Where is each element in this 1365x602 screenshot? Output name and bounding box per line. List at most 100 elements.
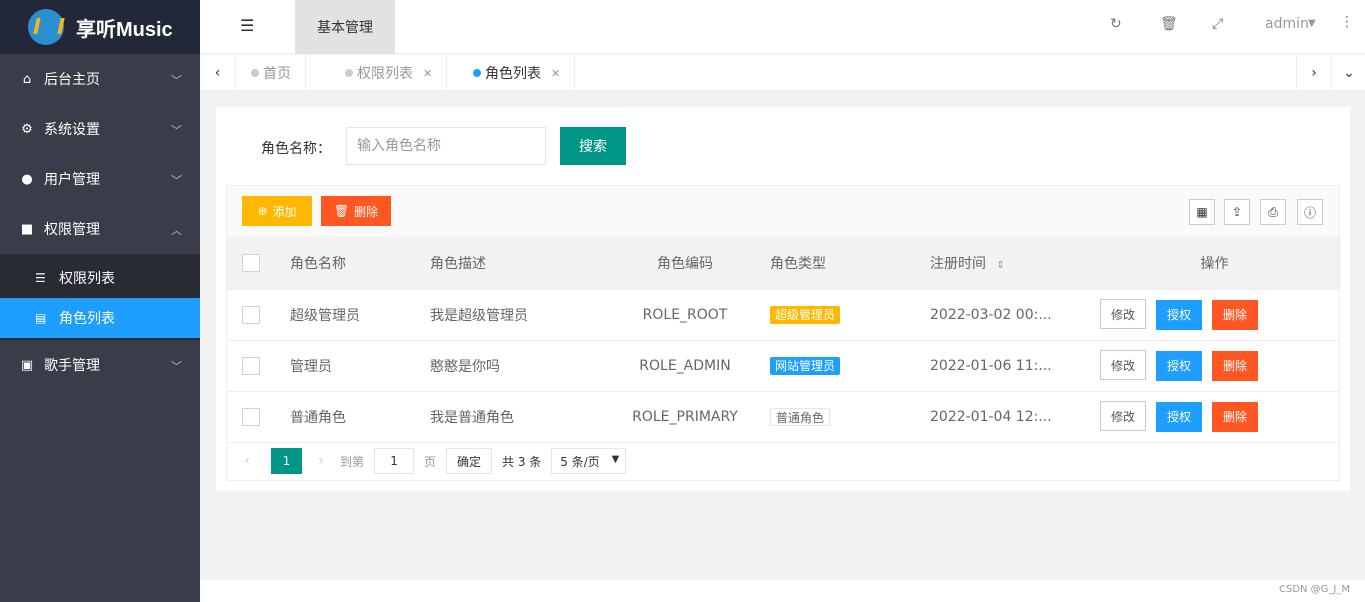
home-icon: ⌂ <box>22 71 32 87</box>
page-tabs-bar: ‹ 首页 权限列表 ✕ 角色列表 ✕ › ⌄ <box>200 55 1365 91</box>
batch-delete-button[interactable]: 🗑 删除 <box>321 196 391 226</box>
sidebar-subitem-role-list[interactable]: ▤ 角色列表 <box>0 298 200 338</box>
current-page[interactable]: 1 <box>271 448 302 474</box>
card-icon: ▤ <box>35 311 47 325</box>
app-title: 享听Music <box>76 18 173 41</box>
sidebar-subitem-permission-list[interactable]: ☰ 权限列表 <box>0 258 200 298</box>
row-checkbox[interactable] <box>242 305 260 324</box>
authorize-button[interactable]: 授权 <box>1156 402 1202 432</box>
chevron-down-icon: ﹀ <box>171 74 182 87</box>
user-menu[interactable]: admin <box>1265 16 1309 32</box>
menu-toggle-icon[interactable]: ☰ <box>240 16 254 35</box>
row-select-cell <box>227 340 275 392</box>
info-icon[interactable]: ⓘ <box>1297 199 1323 225</box>
tabs-dropdown-icon[interactable]: ⌄ <box>1331 55 1365 91</box>
tab-permission-list[interactable]: 权限列表 ✕ <box>331 55 448 91</box>
tabs-next-icon[interactable]: › <box>1296 55 1332 91</box>
actions-cell: 修改 授权 删除 <box>1090 340 1339 392</box>
columns-filter-icon[interactable]: ▦ <box>1189 199 1215 225</box>
page-unit-label: 页 <box>424 454 437 469</box>
footer: CSDN @G_J_M <box>200 580 1365 602</box>
role-name-cell: 超级管理员 <box>275 289 415 341</box>
logo-icon <box>28 9 64 45</box>
row-checkbox[interactable] <box>242 356 260 375</box>
sidebar-item-users[interactable]: ● 用户管理 ﹀ <box>0 154 200 204</box>
lock-icon: ■ <box>20 221 34 237</box>
tab-dot <box>251 69 259 77</box>
authorize-button[interactable]: 授权 <box>1156 351 1202 381</box>
search-button[interactable]: 搜索 <box>560 127 626 165</box>
chevron-down-icon: ﹀ <box>171 360 182 373</box>
role-desc-cell: 我是超级管理员 <box>415 289 615 341</box>
page-size-value: 5 条/页 <box>560 454 600 469</box>
role-desc-cell: 憨憨是你吗 <box>415 340 615 392</box>
table-header-row: 角色名称 角色描述 角色编码 角色类型 注册时间 ⇕ 操作 <box>227 238 1339 290</box>
tab-role-list[interactable]: 角色列表 ✕ <box>459 55 576 91</box>
sidebar-item-home[interactable]: ⌂ 后台主页 ﹀ <box>0 54 200 104</box>
sidebar-item-label: 权限管理 <box>44 222 100 238</box>
caret-down-icon[interactable]: ▼ <box>1308 18 1316 29</box>
column-header: 操作 <box>1090 238 1339 290</box>
select-all-checkbox[interactable] <box>242 254 260 273</box>
search-label: 角色名称： <box>261 141 331 157</box>
role-code-cell: ROLE_ROOT <box>615 289 755 341</box>
goto-label: 到第 <box>340 454 365 469</box>
fullscreen-icon[interactable]: ⤢ <box>1212 16 1223 32</box>
row-checkbox[interactable] <box>242 407 260 426</box>
total-count: 共 3 条 <box>502 454 542 469</box>
caret-down-icon: ▼ <box>611 454 620 465</box>
role-code-cell: ROLE_ADMIN <box>615 340 755 392</box>
chevron-down-icon: ﹀ <box>171 124 182 137</box>
tab-label: 角色列表 <box>485 66 541 82</box>
role-type-badge: 普通角色 <box>770 407 831 426</box>
sidebar: 享听Music ⌂ 后台主页 ﹀ ⚙ 系统设置 ﹀ ● 用户管理 ﹀ ■ 权限管… <box>0 0 200 602</box>
delete-button[interactable]: 删除 <box>1212 300 1258 330</box>
edit-button[interactable]: 修改 <box>1100 350 1146 380</box>
tab-label: 权限列表 <box>357 66 413 82</box>
table-row: 管理员 憨憨是你吗 ROLE_ADMIN 网站管理员 2022-01-06 11… <box>227 340 1339 392</box>
close-icon[interactable]: ✕ <box>551 67 560 80</box>
data-table: 角色名称 角色描述 角色编码 角色类型 注册时间 ⇕ 操作 超级管理员 我是超级… <box>227 238 1339 443</box>
edit-button[interactable]: 修改 <box>1100 299 1146 329</box>
role-table: ⊕ 添加 🗑 删除 ▦ ⇪ ⎙ ⓘ 角色名称 角色描述 角色编码 角色类型 注册… <box>226 185 1340 481</box>
authorize-button[interactable]: 授权 <box>1156 300 1202 330</box>
add-button[interactable]: ⊕ 添加 <box>242 196 312 226</box>
column-header: 角色名称 <box>275 238 415 290</box>
prev-page-icon[interactable]: ‹ <box>232 453 262 469</box>
tab-dot <box>345 69 353 77</box>
register-time-cell: 2022-01-06 11:... <box>915 340 1090 392</box>
tab-home[interactable]: 首页 <box>237 55 306 91</box>
sidebar-item-label: 用户管理 <box>44 172 100 188</box>
goto-confirm-button[interactable]: 确定 <box>446 448 493 474</box>
role-name-input[interactable] <box>346 127 546 165</box>
delete-button[interactable]: 删除 <box>1212 402 1258 432</box>
pagination: ‹ 1 › 到第 1 页 确定 共 3 条 5 条/页 ▼ <box>227 441 1339 481</box>
edit-button[interactable]: 修改 <box>1100 401 1146 431</box>
page-size-select[interactable]: 5 条/页 ▼ <box>551 448 627 474</box>
export-icon[interactable]: ⇪ <box>1224 199 1250 225</box>
refresh-icon[interactable]: ↻ <box>1110 16 1122 32</box>
sidebar-item-singers[interactable]: ▣ 歌手管理 ﹀ <box>0 340 200 390</box>
top-tab-basic-management[interactable]: 基本管理 <box>295 0 395 54</box>
sort-icon[interactable]: ⇕ <box>996 260 1004 271</box>
watermark: CSDN @G_J_M <box>1278 584 1350 595</box>
close-icon[interactable]: ✕ <box>423 67 432 80</box>
actions-cell: 修改 授权 删除 <box>1090 391 1339 443</box>
role-type-cell: 超级管理员 <box>755 289 915 341</box>
more-vertical-icon[interactable]: ⋮ <box>1340 14 1354 30</box>
time-column-header[interactable]: 注册时间 ⇕ <box>915 238 1090 290</box>
plus-circle-icon: ⊕ <box>257 204 268 218</box>
tabs-prev-icon[interactable]: ‹ <box>200 55 236 91</box>
role-code-cell: ROLE_PRIMARY <box>615 391 755 443</box>
sidebar-item-system-settings[interactable]: ⚙ 系统设置 ﹀ <box>0 104 200 154</box>
print-icon[interactable]: ⎙ <box>1260 199 1286 225</box>
role-type-badge: 网站管理员 <box>770 356 841 375</box>
goto-page-input[interactable]: 1 <box>374 448 415 474</box>
role-type-cell: 普通角色 <box>755 391 915 443</box>
logo[interactable]: 享听Music <box>0 0 200 54</box>
column-header: 角色描述 <box>415 238 615 290</box>
sidebar-item-permissions[interactable]: ■ 权限管理 ︿ <box>0 204 200 254</box>
next-page-icon[interactable]: › <box>306 453 336 469</box>
trash-icon[interactable]: 🗑 <box>1160 16 1178 32</box>
delete-button[interactable]: 删除 <box>1212 351 1258 381</box>
